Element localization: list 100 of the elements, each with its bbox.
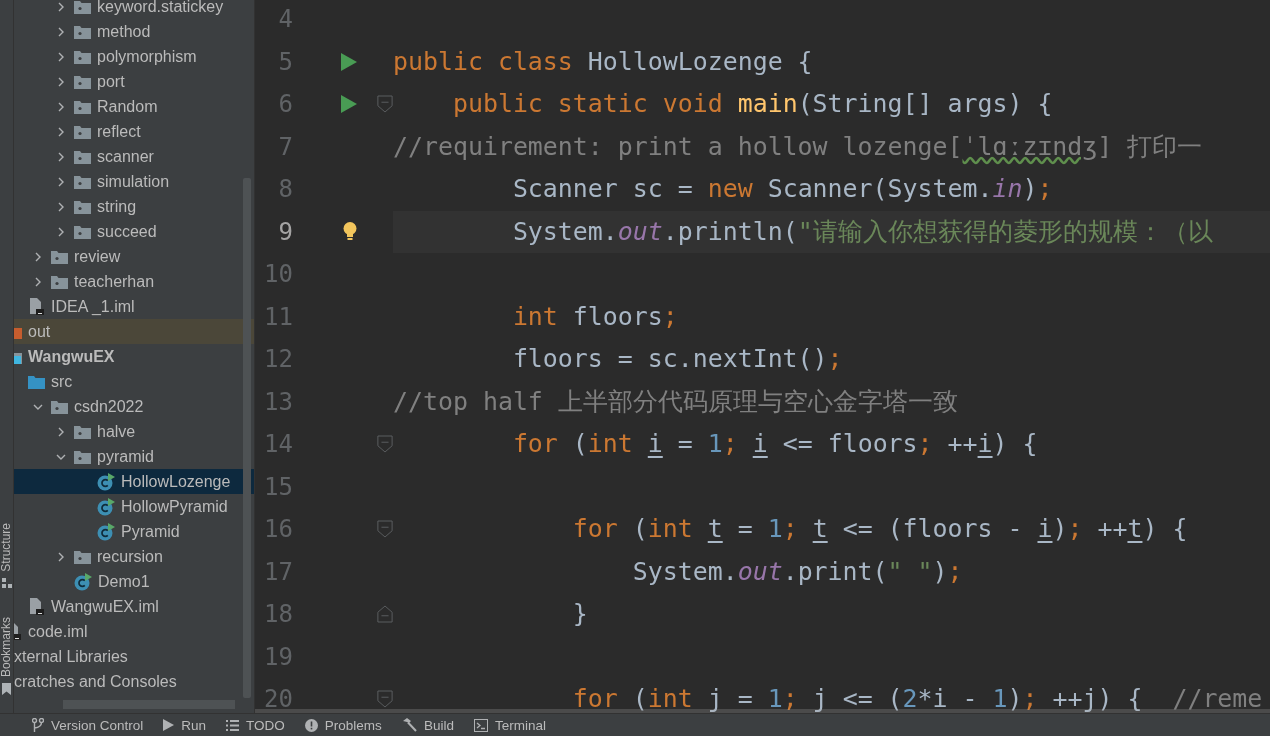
class-icon [97,522,115,541]
tree-item[interactable]: port [14,69,254,94]
tree-item[interactable]: src [14,369,254,394]
tree-item[interactable]: pyramid [14,444,254,469]
terminal-icon [473,718,488,732]
run-icon[interactable] [341,52,357,71]
tree-item[interactable]: method [14,19,254,44]
chevron-right-icon[interactable] [56,151,66,162]
tree-item[interactable]: polymorphism [14,44,254,69]
class-icon [97,472,115,491]
folder-icon [74,224,91,239]
warning-circle-icon [304,718,318,732]
tree-item[interactable]: HollowPyramid [14,494,254,519]
tool-window-button[interactable]: Run [157,714,213,736]
tree-item[interactable]: WangwuEX.iml [14,594,254,619]
folder-icon [51,274,68,289]
folder-icon [74,24,91,39]
tree-item[interactable]: Demo1 [14,569,254,594]
line-number: 8 [277,175,293,204]
tree-item[interactable]: review [14,244,254,269]
chevron-right-icon[interactable] [56,426,66,437]
tool-window-button[interactable]: Problems [298,714,388,736]
tree-item[interactable]: IDEA _1.iml [14,294,254,319]
chevron-right-icon[interactable] [56,76,66,87]
tool-window-button[interactable]: Build [395,714,460,736]
code-line: public static void main(String[] args) { [451,93,1053,116]
file-icon [28,598,45,615]
code-line: int floors; [511,305,678,328]
chevron-right-icon[interactable] [56,551,66,562]
line-number: 16 [263,515,293,544]
tree-item[interactable]: succeed [14,219,254,244]
tool-window-button[interactable]: Terminal [467,714,552,736]
list-icon [226,719,240,731]
tree-item[interactable]: Random [14,94,254,119]
play-icon [163,719,175,731]
tree-item[interactable]: code.iml [14,619,254,644]
folder-icon [74,174,91,189]
tree-item[interactable]: cratches and Consoles [14,669,254,694]
tree-item[interactable]: keyword.statickey [14,0,254,19]
code-line: System.out.print(" "); [631,560,963,583]
code-line: for (int i = 1; i <= floors; ++i) { [511,433,1038,456]
line-number: 10 [263,260,293,289]
tree-item[interactable]: out [14,319,254,344]
line-number: 17 [263,557,293,586]
code-line: public class HollowLozenge { [393,50,813,73]
folder-icon [74,199,91,214]
code-line: for (int t = 1; t <= (floors - i); ++t) { [571,518,1188,541]
tree-item[interactable]: recursion [14,544,254,569]
tree-item[interactable]: teacherhan [14,269,254,294]
chevron-right-icon[interactable] [56,101,66,112]
chevron-right-icon[interactable] [33,276,43,287]
folder-icon [74,74,91,89]
code-line: //requirement: print a hollow lozenge[ˈlɑːzɪndʒ] 打印一 [393,135,1203,158]
tree-item[interactable]: simulation [14,169,254,194]
tree-item[interactable]: scanner [14,144,254,169]
tree-item[interactable]: Pyramid [14,519,254,544]
tree-item[interactable]: halve [14,419,254,444]
lightbulb-icon[interactable] [343,222,357,242]
chevron-right-icon[interactable] [33,251,43,262]
line-number: 19 [263,642,293,671]
tool-window-button[interactable]: TODO [220,714,291,736]
scrollbar[interactable] [243,178,251,698]
tree-item[interactable]: HollowLozenge [14,469,254,494]
line-number: 12 [263,345,293,374]
line-number: 5 [277,47,293,76]
chevron-right-icon[interactable] [56,201,66,212]
tree-item[interactable]: WangwuEX [14,344,254,369]
bookmark-icon[interactable] [2,683,11,695]
hammer-icon [401,718,417,732]
folder-icon [74,149,91,164]
tree-item[interactable]: reflect [14,119,254,144]
folder-icon [74,549,91,564]
file-icon [28,298,45,315]
tree-item[interactable]: string [14,194,254,219]
code-line: for (int j = 1; j <= (2*i - 1); ++j) { //reme [571,688,1263,711]
folder-icon [74,99,91,114]
chevron-right-icon[interactable] [56,226,66,237]
line-number: 4 [277,5,293,34]
folder-icon [51,399,68,414]
structure-icon[interactable] [1,577,12,589]
chevron-right-icon[interactable] [56,26,66,37]
class-icon [97,497,115,516]
line-number: 13 [263,387,293,416]
line-number: 15 [263,472,293,501]
chevron-right-icon[interactable] [56,51,66,62]
tree-item[interactable]: xternal Libraries [14,644,254,669]
code-line: Scanner sc = new Scanner(System.in); [511,178,1053,201]
tree-item[interactable]: csdn2022 [14,394,254,419]
folder-icon [74,49,91,64]
code-line: //top half 上半部分代码原理与空心金字塔一致 [393,390,958,413]
code-line: } [571,603,588,626]
class-icon [74,572,92,591]
folder-icon [28,374,45,389]
chevron-right-icon[interactable] [56,126,66,137]
run-icon[interactable] [341,95,357,114]
tool-window-button[interactable]: Version Control [26,714,150,736]
line-number: 18 [263,600,293,629]
chevron-right-icon[interactable] [56,176,66,187]
folder-icon [74,424,91,439]
chevron-right-icon[interactable] [56,1,66,12]
